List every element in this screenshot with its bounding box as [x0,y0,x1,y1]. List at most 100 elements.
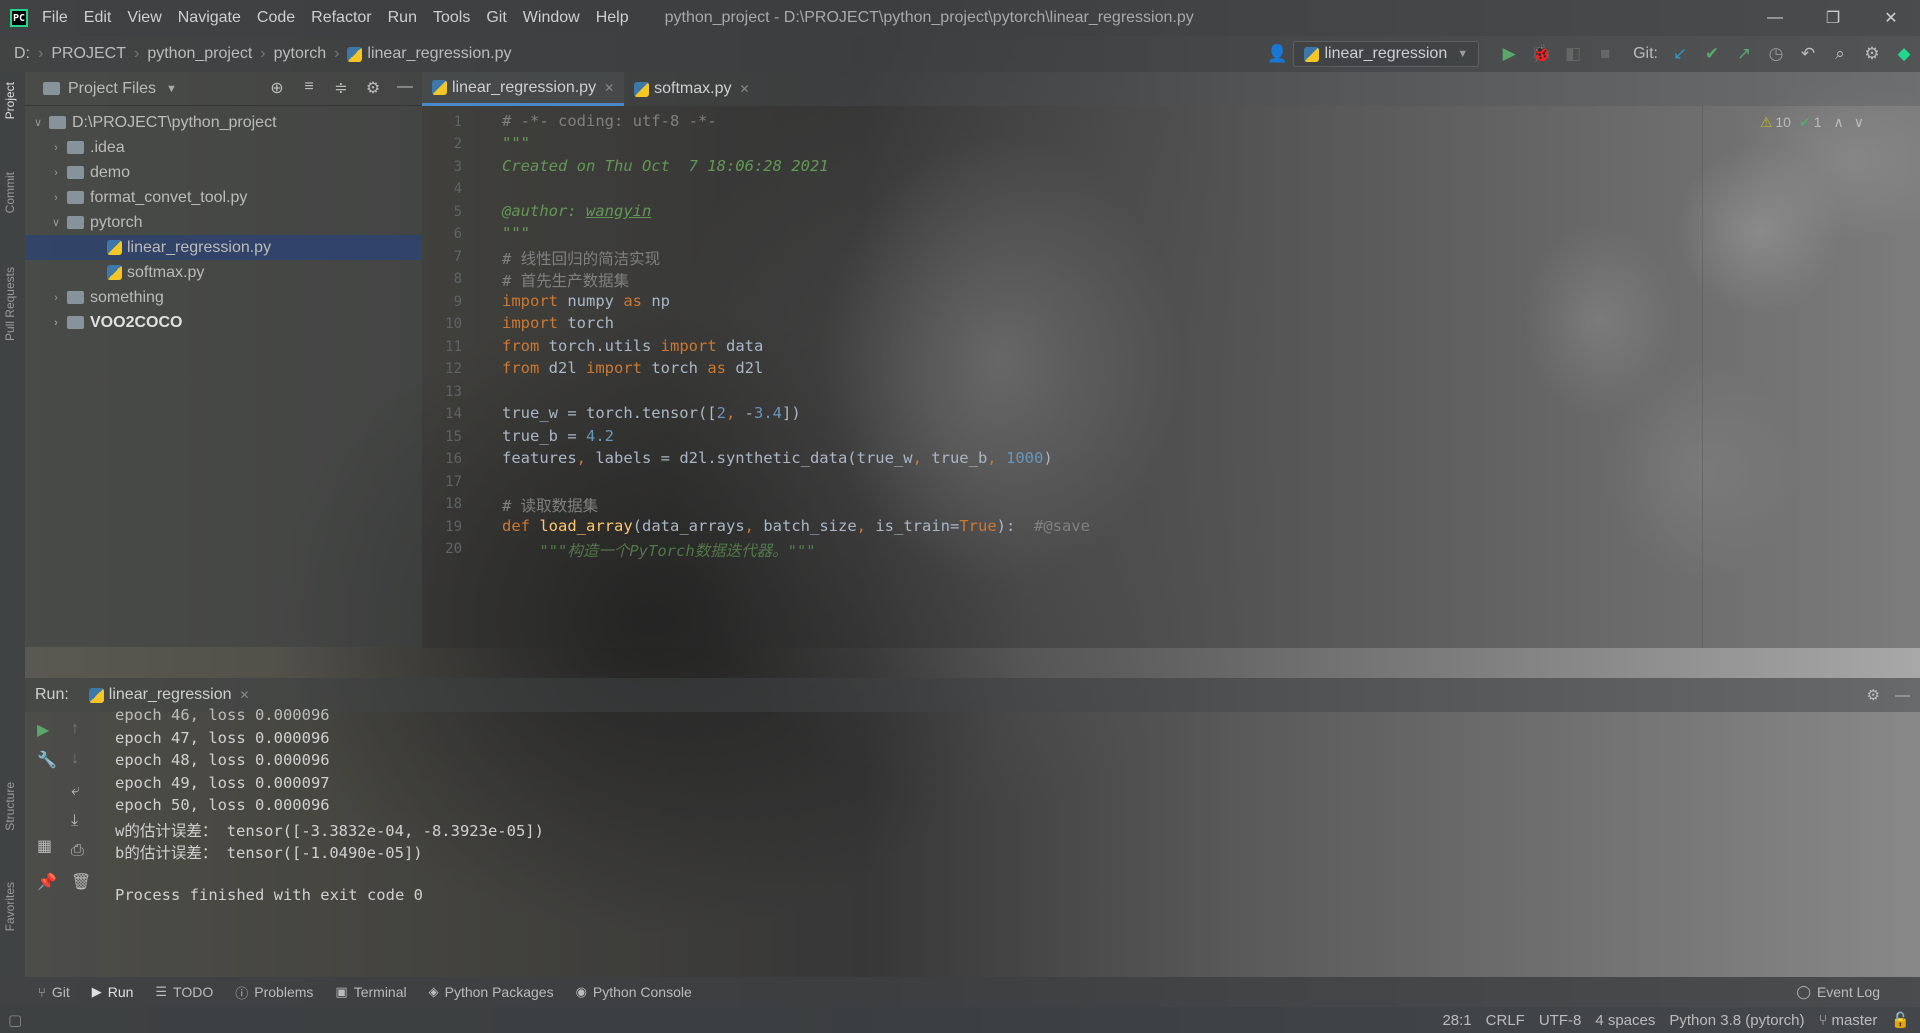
breadcrumb-project[interactable]: PROJECT [51,45,126,63]
bottom-tab-run[interactable]: ▶ Run [92,984,134,1000]
bottom-tab-todo[interactable]: ☰ TODO [155,984,213,1000]
menu-tools[interactable]: Tools [433,9,470,27]
expand-all-icon[interactable]: ≡ [298,78,320,98]
tab-linear-regression[interactable]: linear_regression.py ✕ [422,72,625,106]
tree-item-root[interactable]: ∨ D:\PROJECT\python_project [25,110,422,135]
breadcrumb-drive[interactable]: D: [14,45,30,63]
bottom-tab-label: Run [107,984,134,1000]
line-separator[interactable]: CRLF [1486,1012,1525,1029]
arrow-down-icon[interactable]: ↓ [71,750,79,768]
tool-tab-pull-requests[interactable]: Pull Requests [3,267,17,341]
breadcrumb-pytorch[interactable]: pytorch [274,45,326,63]
hide-icon[interactable]: — [394,78,416,98]
run-icon[interactable]: ▶ [1497,42,1521,66]
scroll-to-end-icon[interactable]: ⤓ [71,812,78,830]
lock-icon[interactable]: 🔓 [1891,1011,1910,1029]
gear-icon[interactable]: ⚙ [1867,686,1880,704]
tree-item-softmax[interactable]: softmax.py [25,260,422,285]
menu-navigate[interactable]: Navigate [178,9,241,27]
run-config-select[interactable]: linear_regression ▼ [1293,41,1480,67]
bottom-tab-problems[interactable]: ⓘ Problems [235,983,313,1002]
search-icon[interactable]: ⌕ [1828,42,1852,66]
event-log-button[interactable]: ◯ Event Log [1796,984,1880,1000]
git-commit-icon[interactable]: ✔ [1700,42,1724,66]
run-console[interactable]: epoch 46, loss 0.000096 epoch 47, loss 0… [99,706,1920,977]
gear-icon[interactable]: ⚙ [362,78,384,98]
trash-icon[interactable]: 🗑 [71,872,91,892]
tab-softmax[interactable]: softmax.py ✕ [624,72,759,106]
file-encoding[interactable]: UTF-8 [1539,1012,1582,1029]
info-icon: ⓘ [235,985,249,1001]
git-branch-icon: ⑂ [38,984,46,1000]
folder-icon [67,141,84,154]
project-panel: Project Files ▼ ⊕ ≡ ≑ ⚙ — ∨ D:\PROJECT\p… [25,72,422,647]
tool-tab-project[interactable]: Project [3,82,17,119]
menu-window[interactable]: Window [523,9,580,27]
code-editor[interactable]: 1 2 3 4 5 6 7 8 9 10 11 12 13 14 15 16 1… [422,106,1920,648]
close-window-button[interactable]: ✕ [1862,0,1920,36]
wrench-icon[interactable]: 🔧 [37,750,57,770]
menu-refactor[interactable]: Refactor [311,9,371,27]
collapse-all-icon[interactable]: ≑ [330,78,352,98]
breadcrumb-python-project[interactable]: python_project [147,45,252,63]
breadcrumb-file[interactable]: linear_regression.py [367,45,511,63]
bottom-tab-git[interactable]: ⑂ Git [38,984,70,1000]
tree-item-format-convet-tool[interactable]: › format_convet_tool.py [25,185,422,210]
close-icon[interactable]: ✕ [740,82,750,96]
minimize-button[interactable]: — [1746,0,1804,36]
menu-run[interactable]: Run [388,9,417,27]
chevron-up-icon[interactable]: ∧ [1834,114,1844,131]
menu-edit[interactable]: Edit [84,9,112,27]
tree-item-pytorch[interactable]: ∨ pytorch [25,210,422,235]
menu-file[interactable]: File [42,9,68,27]
tree-item-idea[interactable]: › .idea [25,135,422,160]
stop-icon[interactable]: ■ [1593,42,1617,66]
bottom-tab-python-console[interactable]: ◉ Python Console [576,984,692,1000]
history-icon[interactable]: ◷ [1764,42,1788,66]
tree-item-voo2coco[interactable]: › VOO2COCO [25,310,422,335]
tool-tab-favorites[interactable]: Favorites [3,882,17,931]
menu-view[interactable]: View [127,9,161,27]
restore-button[interactable]: ❐ [1804,0,1862,36]
tree-item-linear-regression[interactable]: linear_regression.py [25,235,422,260]
python-interpreter[interactable]: Python 3.8 (pytorch) [1669,1012,1804,1029]
print-icon[interactable]: ⎙ [71,842,84,860]
user-icon[interactable]: 👤 [1265,42,1289,66]
bottom-tab-terminal[interactable]: ▣ Terminal [335,984,406,1000]
indent-setting[interactable]: 4 spaces [1595,1012,1655,1029]
tree-item-something[interactable]: › something [25,285,422,310]
close-icon[interactable]: ✕ [604,81,614,95]
bottom-tool-tabs: ⑂ Git ▶ Run ☰ TODO ⓘ Problems ▣ Terminal ◈ Pyt… [0,977,1920,1007]
hide-icon[interactable]: — [1895,687,1910,704]
arrow-up-icon[interactable]: ↑ [71,720,79,738]
git-push-icon[interactable]: ↗ [1732,42,1756,66]
layout-icon[interactable]: ▦ [37,836,52,856]
rollback-icon[interactable]: ↶ [1796,42,1820,66]
caret-position[interactable]: 28:1 [1442,1012,1471,1029]
coverage-icon[interactable]: ◧ [1561,42,1585,66]
toolbox-icon[interactable]: ◆ [1892,42,1916,66]
bottom-tab-python-packages[interactable]: ◈ Python Packages [429,984,554,1000]
pin-icon[interactable]: 📌 [37,872,57,892]
menu-code[interactable]: Code [257,9,295,27]
project-panel-title[interactable]: Project Files [68,80,156,98]
chevron-down-icon[interactable]: ∨ [1854,114,1864,131]
locate-icon[interactable]: ⊕ [266,78,288,98]
menu-help[interactable]: Help [596,9,629,27]
menu-git[interactable]: Git [486,9,506,27]
window-title: python_project - D:\PROJECT\python_proje… [664,9,1194,26]
inspection-widget[interactable]: ⚠ 10 ✔ 1 ∧ ∨ [1760,114,1864,131]
run-tab-label[interactable]: linear_regression [109,686,232,704]
soft-wrap-icon[interactable]: ⤶ [71,782,80,800]
rerun-icon[interactable]: ▶ [37,720,49,740]
layout-toggle-icon[interactable]: ▢ [8,1011,22,1029]
debug-icon[interactable]: 🐞 [1529,42,1553,66]
settings-icon[interactable]: ⚙ [1860,42,1884,66]
tool-tab-structure[interactable]: Structure [3,782,17,831]
git-branch[interactable]: master [1831,1012,1877,1029]
tool-tab-commit[interactable]: Commit [3,172,17,213]
tree-item-demo[interactable]: › demo [25,160,422,185]
git-update-icon[interactable]: ↙ [1668,42,1692,66]
close-icon[interactable]: ✕ [240,688,250,702]
chevron-down-icon[interactable]: ▼ [166,83,177,95]
